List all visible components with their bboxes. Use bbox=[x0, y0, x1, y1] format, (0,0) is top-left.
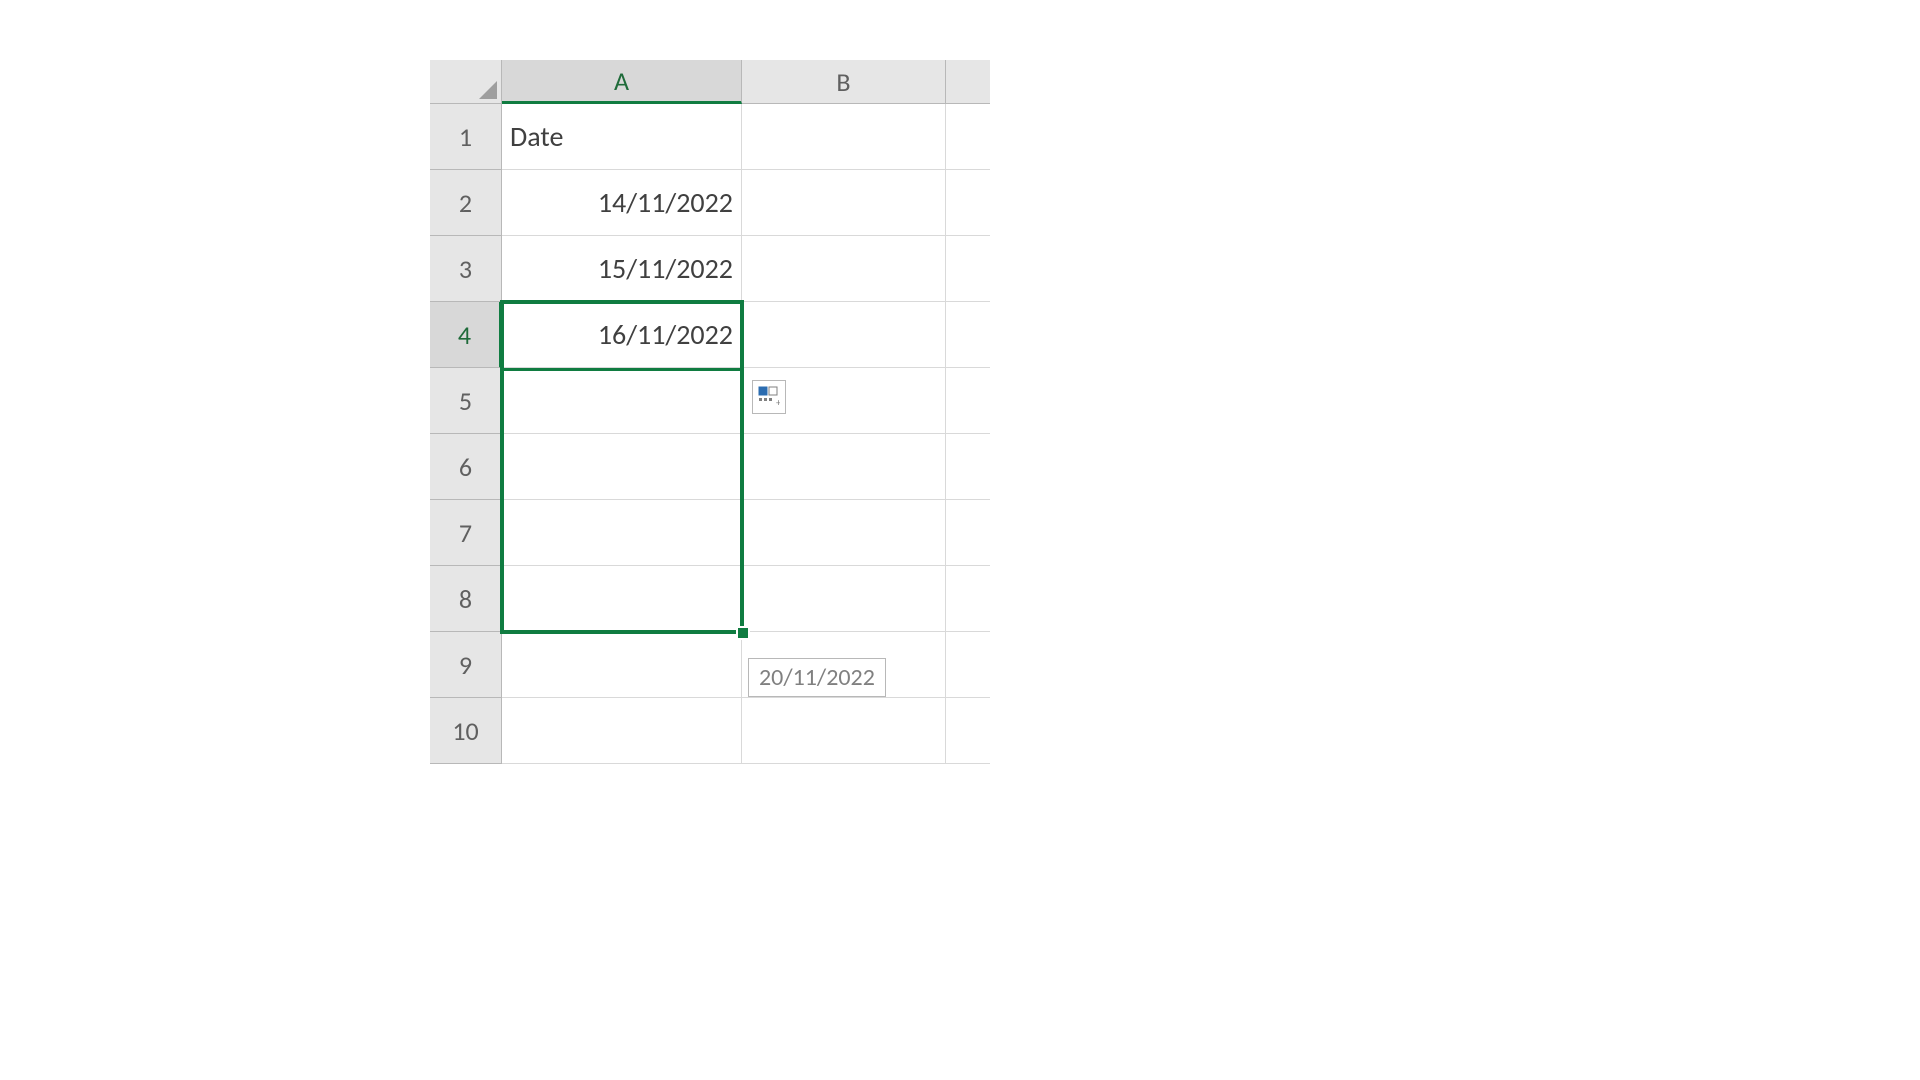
cell-b7[interactable] bbox=[742, 500, 946, 566]
cell-a2[interactable]: 14/11/2022 bbox=[502, 170, 742, 236]
row-3: 3 15/11/2022 bbox=[430, 236, 990, 302]
spreadsheet[interactable]: A B 1 Date 2 14/11/2022 bbox=[430, 60, 990, 780]
row-header-10[interactable]: 10 bbox=[430, 698, 502, 764]
cell-c5[interactable] bbox=[946, 368, 990, 434]
row-1: 1 Date bbox=[430, 104, 990, 170]
drag-preview-tooltip: 20/11/2022 bbox=[748, 658, 886, 697]
row-10: 10 bbox=[430, 698, 990, 764]
cell-c2[interactable] bbox=[946, 170, 990, 236]
column-headers: A B bbox=[430, 60, 990, 104]
cell-c10[interactable] bbox=[946, 698, 990, 764]
cell-b2[interactable] bbox=[742, 170, 946, 236]
row-header-2[interactable]: 2 bbox=[430, 170, 502, 236]
row-5: 5 bbox=[430, 368, 990, 434]
row-header-9[interactable]: 9 bbox=[430, 632, 502, 698]
cell-b1[interactable] bbox=[742, 104, 946, 170]
row-header-5[interactable]: 5 bbox=[430, 368, 502, 434]
cell-a1[interactable]: Date bbox=[502, 104, 742, 170]
rows-area: 1 Date 2 14/11/2022 3 15/11/2022 bbox=[430, 104, 990, 780]
row-9: 9 bbox=[430, 632, 990, 698]
cell-c4[interactable] bbox=[946, 302, 990, 368]
cell-c9[interactable] bbox=[946, 632, 990, 698]
autofill-options-icon: + bbox=[758, 386, 780, 408]
cell-a10[interactable] bbox=[502, 698, 742, 764]
column-header-overflow[interactable] bbox=[946, 60, 990, 104]
row-4: 4 16/11/2022 bbox=[430, 302, 990, 368]
cell-a8[interactable] bbox=[502, 566, 742, 632]
row-header-1[interactable]: 1 bbox=[430, 104, 502, 170]
cell-a4[interactable]: 16/11/2022 bbox=[502, 302, 742, 368]
cell-a7[interactable] bbox=[502, 500, 742, 566]
svg-text:+: + bbox=[776, 396, 780, 408]
cell-a5[interactable] bbox=[502, 368, 742, 434]
cell-b4[interactable] bbox=[742, 302, 946, 368]
cell-c7[interactable] bbox=[946, 500, 990, 566]
cell-a6[interactable] bbox=[502, 434, 742, 500]
row-header-8[interactable]: 8 bbox=[430, 566, 502, 632]
autofill-options-button[interactable]: + bbox=[752, 380, 786, 414]
cell-b8[interactable] bbox=[742, 566, 946, 632]
cell-b10[interactable] bbox=[742, 698, 946, 764]
cell-b3[interactable] bbox=[742, 236, 946, 302]
column-header-b[interactable]: B bbox=[742, 60, 946, 104]
cell-b6[interactable] bbox=[742, 434, 946, 500]
screenshot-canvas: A B 1 Date 2 14/11/2022 bbox=[0, 0, 1920, 1080]
row-header-3[interactable]: 3 bbox=[430, 236, 502, 302]
column-header-a[interactable]: A bbox=[502, 60, 742, 104]
cell-a9[interactable] bbox=[502, 632, 742, 698]
cell-c3[interactable] bbox=[946, 236, 990, 302]
cell-c6[interactable] bbox=[946, 434, 990, 500]
cell-c1[interactable] bbox=[946, 104, 990, 170]
row-6: 6 bbox=[430, 434, 990, 500]
row-header-4[interactable]: 4 bbox=[430, 302, 502, 368]
row-7: 7 bbox=[430, 500, 990, 566]
cell-a3[interactable]: 15/11/2022 bbox=[502, 236, 742, 302]
row-2: 2 14/11/2022 bbox=[430, 170, 990, 236]
cell-c8[interactable] bbox=[946, 566, 990, 632]
row-header-6[interactable]: 6 bbox=[430, 434, 502, 500]
select-all-triangle-icon bbox=[479, 81, 497, 99]
select-all-corner[interactable] bbox=[430, 60, 502, 104]
row-8: 8 bbox=[430, 566, 990, 632]
row-header-7[interactable]: 7 bbox=[430, 500, 502, 566]
